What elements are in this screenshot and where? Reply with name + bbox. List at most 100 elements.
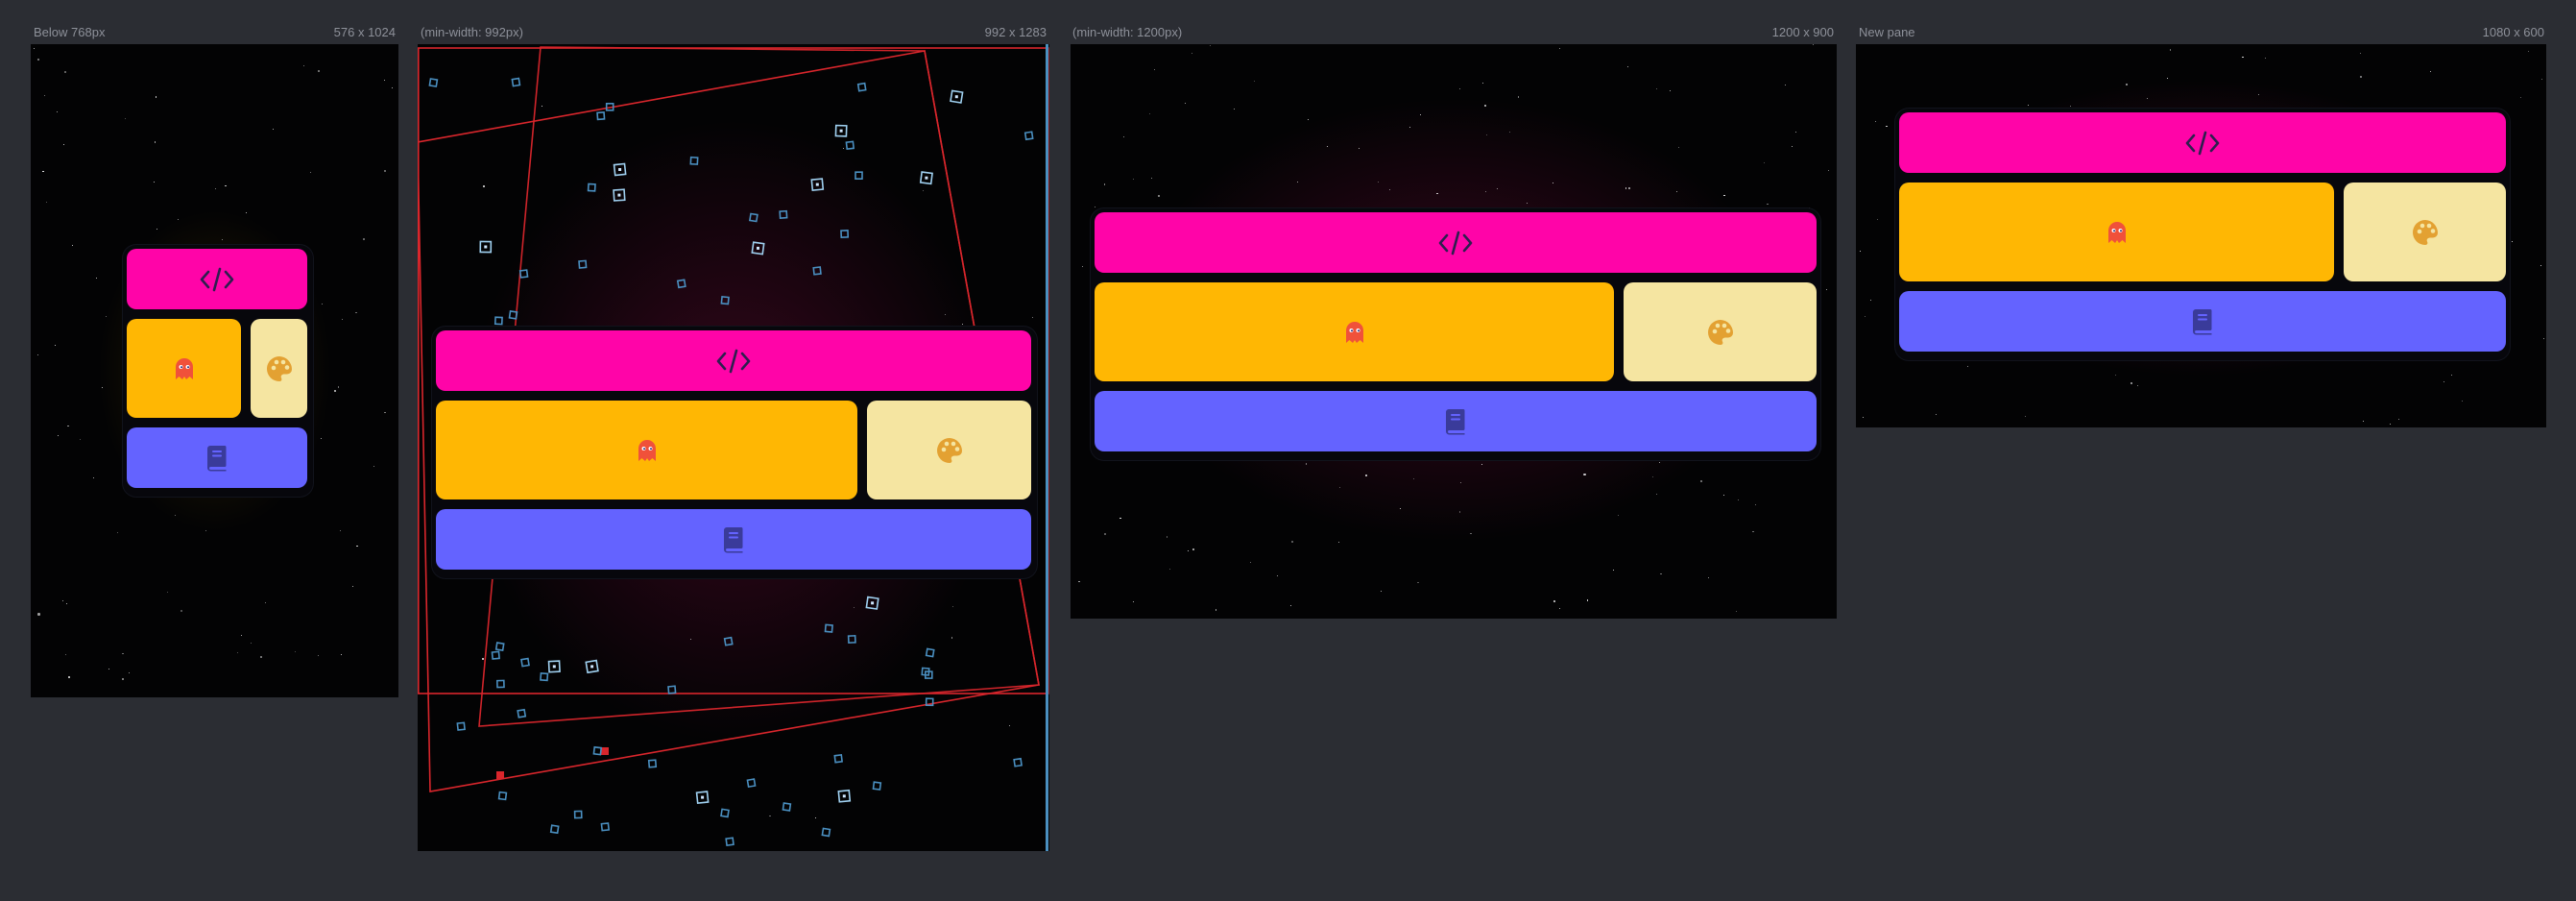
preview-pane-small[interactable] bbox=[31, 44, 398, 697]
star bbox=[1859, 250, 1861, 252]
star bbox=[2510, 320, 2512, 322]
debug-box bbox=[847, 635, 856, 644]
star bbox=[2389, 423, 2391, 426]
debug-box bbox=[508, 310, 518, 320]
code-tile[interactable] bbox=[127, 249, 307, 309]
debug-box bbox=[495, 679, 505, 689]
palette-icon bbox=[1707, 319, 1733, 345]
preview-pane-large[interactable] bbox=[1071, 44, 1837, 619]
pane-dims-large: 1200 x 900 bbox=[1771, 25, 1834, 39]
star bbox=[1828, 170, 1830, 172]
debug-box-dot bbox=[590, 665, 594, 669]
debug-box bbox=[520, 657, 530, 668]
star bbox=[1187, 550, 1189, 552]
star bbox=[1291, 540, 1294, 543]
star bbox=[1380, 590, 1383, 592]
star bbox=[1656, 87, 1658, 89]
book-tile[interactable] bbox=[1899, 291, 2506, 352]
star bbox=[303, 64, 305, 66]
debug-box bbox=[517, 708, 527, 718]
star bbox=[355, 312, 357, 314]
debug-box bbox=[676, 279, 686, 289]
star bbox=[1625, 187, 1627, 189]
code-icon bbox=[200, 267, 234, 291]
star bbox=[1669, 89, 1672, 91]
palette-tile[interactable] bbox=[251, 319, 307, 418]
debug-box bbox=[689, 156, 699, 165]
star bbox=[1358, 147, 1360, 149]
star bbox=[155, 141, 156, 143]
bento-grid bbox=[123, 245, 313, 497]
palette-icon bbox=[936, 437, 962, 463]
star bbox=[116, 532, 118, 534]
preview-pane-new[interactable] bbox=[1856, 44, 2546, 427]
star bbox=[1327, 145, 1329, 148]
palette-tile[interactable] bbox=[867, 401, 1031, 499]
star bbox=[1119, 518, 1121, 520]
debug-box bbox=[746, 778, 757, 789]
star bbox=[259, 655, 263, 659]
code-tile[interactable] bbox=[436, 330, 1031, 391]
star bbox=[337, 386, 339, 388]
ghost-tile[interactable] bbox=[127, 319, 241, 418]
ghost-tile[interactable] bbox=[1095, 282, 1614, 381]
book-tile[interactable] bbox=[127, 427, 307, 488]
star bbox=[1339, 487, 1341, 489]
star bbox=[1553, 600, 1556, 603]
debug-box bbox=[456, 721, 466, 731]
book-tile[interactable] bbox=[1095, 391, 1817, 451]
star bbox=[1812, 44, 1815, 46]
debug-box bbox=[667, 685, 677, 694]
book-icon bbox=[724, 526, 743, 552]
star bbox=[1233, 109, 1235, 110]
star bbox=[1133, 178, 1135, 180]
debug-box-dot bbox=[815, 183, 819, 186]
star bbox=[96, 277, 98, 279]
star bbox=[1408, 126, 1410, 128]
code-icon bbox=[716, 349, 751, 373]
star bbox=[55, 344, 57, 347]
star bbox=[42, 170, 44, 173]
star bbox=[1458, 511, 1460, 513]
code-tile[interactable] bbox=[1899, 112, 2506, 173]
star bbox=[1518, 96, 1520, 98]
ghost-tile[interactable] bbox=[436, 401, 857, 499]
palette-tile[interactable] bbox=[1624, 282, 1817, 381]
book-icon bbox=[1446, 408, 1465, 434]
star bbox=[1297, 181, 1299, 183]
star bbox=[1399, 507, 1401, 510]
star bbox=[237, 651, 239, 653]
star bbox=[1655, 494, 1657, 496]
pane-dims-small: 576 x 1024 bbox=[333, 25, 396, 39]
star bbox=[1254, 81, 1256, 83]
star bbox=[156, 229, 158, 231]
star bbox=[1167, 536, 1168, 538]
star bbox=[1792, 146, 1794, 148]
book-tile[interactable] bbox=[436, 509, 1031, 570]
star bbox=[1185, 102, 1187, 104]
debug-box bbox=[856, 82, 867, 92]
star bbox=[2429, 70, 2431, 72]
debug-box bbox=[1013, 757, 1023, 767]
debug-box-dot bbox=[552, 665, 556, 669]
star bbox=[1723, 195, 1725, 197]
palette-tile[interactable] bbox=[2344, 183, 2506, 281]
star bbox=[1876, 218, 1878, 220]
star bbox=[1470, 533, 1472, 535]
star bbox=[68, 675, 71, 679]
preview-pane-medium[interactable] bbox=[418, 44, 1049, 851]
star bbox=[1078, 580, 1080, 582]
star bbox=[105, 316, 107, 318]
star bbox=[1617, 514, 1619, 517]
star bbox=[43, 94, 46, 96]
ghost-tile[interactable] bbox=[1899, 183, 2334, 281]
book-icon bbox=[2193, 308, 2212, 334]
star bbox=[1483, 105, 1487, 108]
star bbox=[2527, 50, 2529, 53]
star bbox=[1764, 161, 1766, 163]
star bbox=[57, 110, 59, 112]
star bbox=[45, 202, 48, 204]
code-tile[interactable] bbox=[1095, 212, 1817, 273]
star bbox=[1626, 66, 1628, 68]
debug-box bbox=[723, 636, 734, 646]
